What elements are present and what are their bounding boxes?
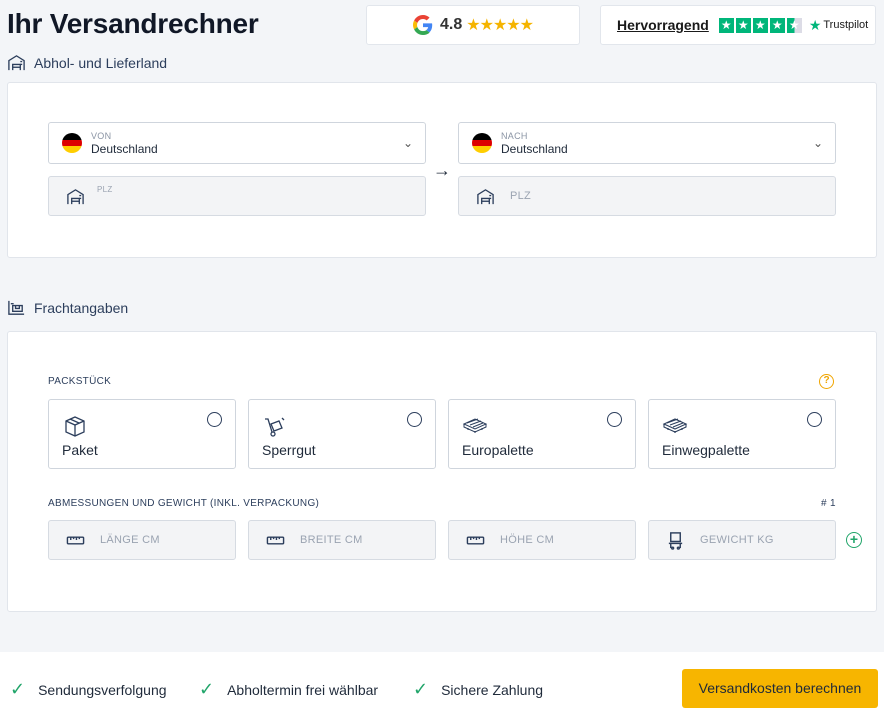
trustpilot-logo-star-icon: ★ <box>808 16 822 33</box>
scale-icon <box>668 531 683 550</box>
trustpilot-verdict: Hervorragend <box>617 17 709 33</box>
calculate-shipping-button[interactable]: Versandkosten berechnen <box>682 669 878 708</box>
ruler-icon <box>66 535 85 545</box>
height-placeholder: HÖHE CM <box>500 534 555 546</box>
feature-pickup: ✓ Abholtermin frei wählbar <box>199 679 378 700</box>
height-input[interactable]: HÖHE CM <box>448 520 636 560</box>
arrow-right-icon: → <box>433 160 451 180</box>
width-input[interactable]: BREITE CM <box>248 520 436 560</box>
feature-label: Sichere Zahlung <box>441 681 544 698</box>
option-einwegpalette[interactable]: Einwegpalette <box>648 399 836 469</box>
option-label: Sperrgut <box>262 442 316 458</box>
germany-flag-icon <box>62 133 82 153</box>
from-label: VON <box>91 130 112 141</box>
pallet-icon <box>462 418 488 433</box>
freight-card <box>7 331 877 612</box>
feature-label: Sendungsverfolgung <box>38 681 167 698</box>
warehouse-icon <box>67 188 84 204</box>
length-input[interactable]: LÄNGE CM <box>48 520 236 560</box>
trustpilot-badge[interactable]: Hervorragend ★ ★ ★ ★ ★ ★ Trustpilot <box>600 5 876 45</box>
google-logo-icon <box>413 15 433 35</box>
hand-truck-icon <box>265 417 285 437</box>
to-plz-input[interactable]: PLZ <box>458 176 836 216</box>
option-sperrgut[interactable]: Sperrgut <box>248 399 436 469</box>
to-plz-placeholder: PLZ <box>510 190 532 202</box>
warehouse-icon <box>477 188 494 204</box>
trustpilot-star-icon: ★ <box>718 17 734 33</box>
feature-payment: ✓ Sichere Zahlung <box>413 679 543 700</box>
option-radio[interactable] <box>207 412 222 427</box>
option-label: Paket <box>62 442 98 458</box>
check-icon: ✓ <box>199 679 215 699</box>
disposable-pallet-icon <box>662 418 688 433</box>
warehouse-icon <box>8 55 25 71</box>
trustpilot-star-icon: ★ <box>735 17 751 33</box>
ruler-icon <box>466 535 485 545</box>
option-label: Einwegpalette <box>662 442 750 458</box>
trustpilot-star-icon: ★ <box>752 17 768 33</box>
google-rating-value: 4.8 <box>440 16 463 33</box>
route-section-title: Abhol- und Lieferland <box>34 54 168 71</box>
google-stars: ★★★★★ <box>466 17 534 34</box>
option-radio[interactable] <box>407 412 422 427</box>
feature-tracking: ✓ Sendungsverfolgung <box>10 679 167 700</box>
item-number: # 1 <box>821 498 836 509</box>
dimensions-label: ABMESSUNGEN UND GEWICHT (INKL. VERPACKUN… <box>48 498 320 509</box>
length-placeholder: LÄNGE CM <box>100 534 160 546</box>
box-icon <box>65 416 85 437</box>
option-paket[interactable]: Paket <box>48 399 236 469</box>
help-icon[interactable]: ? <box>819 374 834 389</box>
footer-bar: ✓ Sendungsverfolgung ✓ Abholtermin frei … <box>0 652 884 712</box>
to-label: NACH <box>501 130 528 141</box>
from-country-value: Deutschland <box>91 141 158 156</box>
option-radio[interactable] <box>607 412 622 427</box>
freight-section-title: Frachtangaben <box>34 299 129 316</box>
option-label: Europalette <box>462 442 534 458</box>
check-icon: ✓ <box>10 679 26 699</box>
google-rating-badge[interactable]: 4.8 ★★★★★ <box>366 5 580 45</box>
route-section-label: Abhol- und Lieferland <box>7 53 167 72</box>
option-europalette[interactable]: Europalette <box>448 399 636 469</box>
packstueck-label: PACKSTÜCK <box>48 376 112 387</box>
option-radio[interactable] <box>807 412 822 427</box>
freight-section-label: Frachtangaben <box>7 298 128 317</box>
trustpilot-star-icon: ★ <box>769 17 785 33</box>
weight-input[interactable]: GEWICHT KG <box>648 520 836 560</box>
from-plz-input[interactable]: PLZ <box>48 176 426 216</box>
from-country-select[interactable]: VON Deutschland ⌄ <box>48 122 426 164</box>
from-plz-label: PLZ <box>97 185 113 194</box>
germany-flag-icon <box>472 133 492 153</box>
weight-placeholder: GEWICHT KG <box>700 534 774 546</box>
freight-icon <box>8 300 25 315</box>
trustpilot-logo: ★ Trustpilot <box>809 17 868 34</box>
ruler-icon <box>266 535 285 545</box>
chevron-down-icon: ⌄ <box>402 136 413 150</box>
trustpilot-stars: ★ ★ ★ ★ ★ <box>718 17 802 33</box>
to-country-value: Deutschland <box>501 141 568 156</box>
feature-label: Abholtermin frei wählbar <box>227 681 379 698</box>
chevron-down-icon: ⌄ <box>812 136 823 150</box>
trustpilot-half-star-icon: ★ <box>786 17 802 33</box>
width-placeholder: BREITE CM <box>300 534 363 546</box>
trustpilot-brand: Trustpilot <box>823 19 869 31</box>
to-country-select[interactable]: NACH Deutschland ⌄ <box>458 122 836 164</box>
check-icon: ✓ <box>413 679 429 699</box>
add-item-button[interactable]: + <box>846 532 862 548</box>
page-title: Ihr Versandrechner <box>7 8 259 39</box>
